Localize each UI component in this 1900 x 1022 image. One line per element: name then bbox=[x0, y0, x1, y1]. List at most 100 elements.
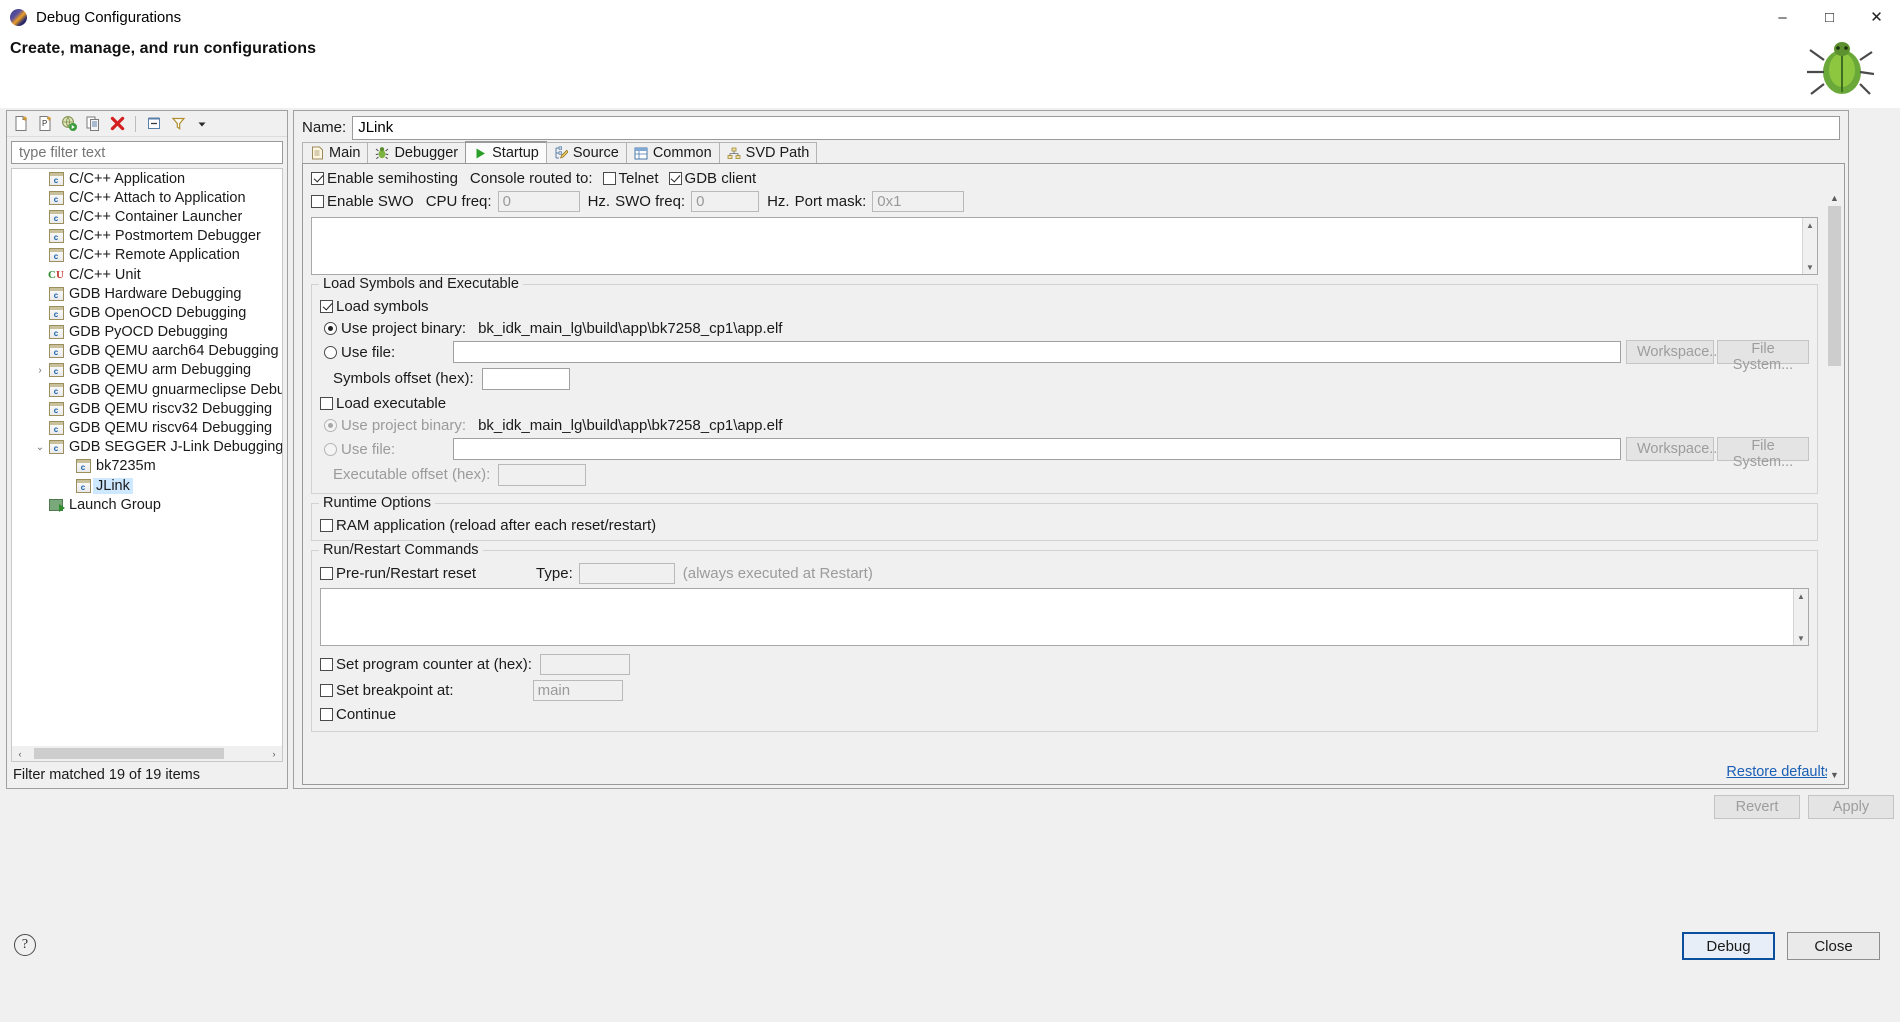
cpu-freq-input[interactable] bbox=[498, 191, 580, 212]
debug-button[interactable]: Debug bbox=[1682, 932, 1775, 960]
prerun-restart-reset-checkbox[interactable] bbox=[320, 567, 333, 580]
new-configuration-icon[interactable] bbox=[11, 114, 31, 134]
executable-offset-input[interactable] bbox=[498, 464, 586, 486]
tree-item[interactable]: CUC/C++ Unit bbox=[12, 265, 282, 284]
tree-item[interactable]: cGDB QEMU riscv64 Debugging bbox=[12, 418, 282, 437]
ram-application-checkbox[interactable] bbox=[320, 519, 333, 532]
configuration-name-input[interactable] bbox=[352, 116, 1840, 140]
maximize-button[interactable]: □ bbox=[1806, 0, 1853, 34]
run-restart-commands-textarea[interactable]: ▲ ▼ bbox=[320, 588, 1809, 646]
executable-workspace-button[interactable]: Workspace... bbox=[1626, 437, 1714, 461]
symbols-use-file-radio[interactable] bbox=[324, 346, 337, 359]
duplicate-icon[interactable] bbox=[83, 114, 103, 134]
configurations-tree[interactable]: cC/C++ ApplicationcC/C++ Attach to Appli… bbox=[11, 168, 283, 746]
load-symbols-checkbox[interactable] bbox=[320, 300, 333, 313]
scroll-down-icon[interactable]: ▼ bbox=[1797, 631, 1805, 645]
enable-semihosting-checkbox[interactable] bbox=[311, 172, 324, 185]
tree-item-label: C/C++ Remote Application bbox=[69, 247, 240, 263]
minimize-button[interactable]: – bbox=[1759, 0, 1806, 34]
telnet-checkbox[interactable] bbox=[603, 172, 616, 185]
twisty-placeholder bbox=[32, 247, 48, 263]
symbols-use-project-binary-radio[interactable] bbox=[324, 322, 337, 335]
set-program-counter-input[interactable] bbox=[540, 654, 630, 675]
symbols-use-project-binary-row: Use project binary: bk_idk_main_lg\build… bbox=[320, 317, 1809, 339]
startup-panel-scrollbar[interactable]: ▲ ▼ bbox=[1827, 190, 1842, 782]
tree-item-label: bk7235m bbox=[96, 458, 156, 474]
scroll-right-icon[interactable]: › bbox=[266, 746, 282, 761]
scroll-up-icon[interactable]: ▲ bbox=[1830, 190, 1839, 205]
symbols-workspace-button[interactable]: Workspace... bbox=[1626, 340, 1714, 364]
tab-common[interactable]: Common bbox=[626, 142, 720, 163]
set-program-counter-checkbox[interactable] bbox=[320, 658, 333, 671]
tree-item[interactable]: cGDB QEMU aarch64 Debugging bbox=[12, 342, 282, 361]
collapse-all-icon[interactable] bbox=[144, 114, 164, 134]
executable-use-file-input[interactable] bbox=[453, 438, 1621, 460]
tab-source[interactable]: Source bbox=[546, 142, 627, 163]
tree-item[interactable]: cbk7235m bbox=[12, 457, 282, 476]
init-commands-scrollbar[interactable]: ▲ ▼ bbox=[1802, 218, 1817, 274]
new-prototype-icon[interactable]: P bbox=[35, 114, 55, 134]
scroll-thumb[interactable] bbox=[1828, 206, 1841, 366]
twisty-icon[interactable]: ⌄ bbox=[32, 439, 48, 455]
executable-use-project-binary-radio[interactable] bbox=[324, 419, 337, 432]
tree-item[interactable]: cC/C++ Application bbox=[12, 169, 282, 188]
scroll-track[interactable] bbox=[28, 746, 266, 761]
twisty-placeholder bbox=[32, 497, 48, 513]
tab-svd-path[interactable]: SVD Path bbox=[719, 142, 818, 163]
scroll-left-icon[interactable]: ‹ bbox=[12, 746, 28, 761]
swo-freq-input[interactable] bbox=[691, 191, 759, 212]
tree-item[interactable]: cC/C++ Container Launcher bbox=[12, 207, 282, 226]
chevron-down-icon[interactable] bbox=[192, 114, 212, 134]
executable-use-project-binary-row: Use project binary: bk_idk_main_lg\build… bbox=[320, 414, 1809, 436]
tree-item[interactable]: Launch Group bbox=[12, 495, 282, 514]
filter-icon[interactable] bbox=[168, 114, 188, 134]
initialization-commands-textarea[interactable]: ▲ ▼ bbox=[311, 217, 1818, 275]
delete-icon[interactable] bbox=[107, 114, 127, 134]
tree-item[interactable]: ⌄cGDB SEGGER J-Link Debugging bbox=[12, 438, 282, 457]
source-pencil-icon bbox=[554, 146, 568, 160]
set-breakpoint-input[interactable] bbox=[533, 680, 623, 701]
reset-type-input[interactable] bbox=[579, 563, 675, 584]
tree-item[interactable]: cGDB OpenOCD Debugging bbox=[12, 303, 282, 322]
tree-item[interactable]: cGDB PyOCD Debugging bbox=[12, 323, 282, 342]
twisty-icon[interactable]: › bbox=[32, 362, 48, 378]
run-commands-scrollbar[interactable]: ▲ ▼ bbox=[1793, 589, 1808, 645]
scroll-down-icon[interactable]: ▼ bbox=[1830, 767, 1839, 782]
scroll-up-icon[interactable]: ▲ bbox=[1797, 589, 1805, 603]
revert-button[interactable]: Revert bbox=[1714, 795, 1800, 819]
tab-main[interactable]: Main bbox=[302, 142, 368, 163]
tree-item[interactable]: cJLink bbox=[12, 476, 282, 495]
gdb-client-checkbox[interactable] bbox=[669, 172, 682, 185]
symbols-use-file-input[interactable] bbox=[453, 341, 1621, 363]
continue-checkbox[interactable] bbox=[320, 708, 333, 721]
symbols-filesystem-button[interactable]: File System... bbox=[1717, 340, 1809, 364]
scroll-thumb[interactable] bbox=[34, 748, 224, 759]
tree-item[interactable]: cGDB Hardware Debugging bbox=[12, 284, 282, 303]
tab-debugger[interactable]: Debugger bbox=[367, 142, 466, 163]
help-icon[interactable]: ? bbox=[14, 934, 36, 956]
search-input[interactable] bbox=[17, 144, 277, 162]
tree-item[interactable]: cGDB QEMU gnuarmeclipse Debugging ( bbox=[12, 380, 282, 399]
set-breakpoint-checkbox[interactable] bbox=[320, 684, 333, 697]
tree-item[interactable]: cGDB QEMU riscv32 Debugging bbox=[12, 399, 282, 418]
apply-button[interactable]: Apply bbox=[1808, 795, 1894, 819]
tab-startup[interactable]: Startup bbox=[465, 141, 547, 163]
scroll-down-icon[interactable]: ▼ bbox=[1806, 260, 1814, 274]
tree-item[interactable]: cC/C++ Postmortem Debugger bbox=[12, 227, 282, 246]
export-icon[interactable] bbox=[59, 114, 79, 134]
restore-defaults-link[interactable]: Restore defaults bbox=[1726, 764, 1832, 780]
symbols-offset-input[interactable] bbox=[482, 368, 570, 390]
tree-item[interactable]: cC/C++ Attach to Application bbox=[12, 188, 282, 207]
executable-filesystem-button[interactable]: File System... bbox=[1717, 437, 1809, 461]
scroll-up-icon[interactable]: ▲ bbox=[1806, 218, 1814, 232]
tree-horizontal-scrollbar[interactable]: ‹ › bbox=[11, 746, 283, 762]
tree-item[interactable]: ›cGDB QEMU arm Debugging bbox=[12, 361, 282, 380]
close-window-button[interactable]: ✕ bbox=[1853, 0, 1900, 34]
executable-use-file-radio[interactable] bbox=[324, 443, 337, 456]
filter-input-wrapper[interactable] bbox=[11, 141, 283, 164]
port-mask-input[interactable] bbox=[872, 191, 964, 212]
close-button[interactable]: Close bbox=[1787, 932, 1880, 960]
load-executable-checkbox[interactable] bbox=[320, 397, 333, 410]
enable-swo-checkbox[interactable] bbox=[311, 195, 324, 208]
tree-item[interactable]: cC/C++ Remote Application bbox=[12, 246, 282, 265]
